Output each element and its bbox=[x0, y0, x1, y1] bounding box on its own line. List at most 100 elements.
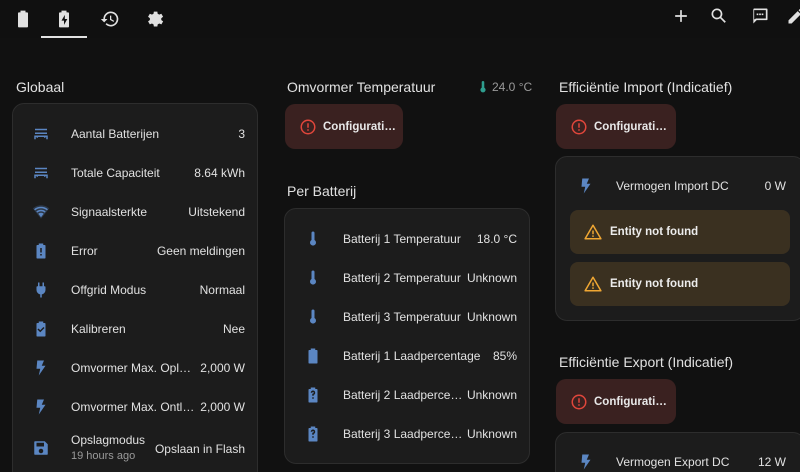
battery-check-icon bbox=[31, 319, 51, 339]
temperature-badge: 24.0 °C bbox=[478, 80, 532, 94]
entity-not-found-warning: Entity not found bbox=[570, 262, 790, 306]
gear-icon bbox=[148, 11, 164, 27]
plus-icon bbox=[675, 10, 687, 22]
entity-value: 8.64 kWh bbox=[194, 165, 245, 180]
entity-row-batterij-3-temperatuur[interactable]: Batterij 3 Temperatuur Unknown bbox=[285, 297, 529, 336]
entity-row-batterij-3-laadpercentage[interactable]: Batterij 3 Laadpercen… Unknown bbox=[285, 414, 529, 453]
entity-last-changed: 19 hours ago bbox=[71, 450, 136, 462]
entity-row-omvormer-max-ontlaad[interactable]: Omvormer Max. Ontlaa… 2,000 W bbox=[13, 387, 257, 426]
battery-charging-icon bbox=[59, 10, 69, 28]
entity-row-kalibreren[interactable]: Kalibreren Nee bbox=[13, 309, 257, 348]
efficientie-export-card: Vermogen Export DC 12 W bbox=[555, 432, 800, 472]
entity-row-batterij-2-temperatuur[interactable]: Batterij 2 Temperatuur Unknown bbox=[285, 258, 529, 297]
entity-value: 18.0 °C bbox=[476, 231, 517, 246]
lightning-icon bbox=[576, 452, 596, 472]
thermometer-icon bbox=[480, 81, 486, 93]
entity-row-vermogen-export-dc[interactable]: Vermogen Export DC 12 W bbox=[556, 442, 800, 472]
battery-unknown-icon bbox=[303, 424, 323, 444]
entity-row-batterij-1-temperatuur[interactable]: Batterij 1 Temperatuur 18.0 °C bbox=[285, 219, 529, 258]
lightning-icon bbox=[31, 358, 51, 378]
entity-value: 12 W bbox=[757, 454, 786, 469]
entity-label: Totale Capaciteit bbox=[71, 165, 160, 180]
battery-bank-icon bbox=[31, 163, 51, 183]
warning-text: Entity not found bbox=[610, 226, 699, 238]
battery-icon bbox=[18, 10, 28, 28]
entity-value: 85% bbox=[492, 348, 517, 363]
thermometer-icon bbox=[303, 307, 323, 327]
lightning-icon bbox=[31, 397, 51, 417]
search-button[interactable] bbox=[703, 0, 735, 32]
entity-row-aantal-batterijen[interactable]: Aantal Batterijen 3 bbox=[13, 114, 257, 153]
entity-value: Nee bbox=[222, 321, 245, 336]
entity-value: Unknown bbox=[466, 270, 517, 285]
section-title-globaal: Globaal bbox=[16, 79, 65, 95]
configuration-error-card[interactable]: Configurati… bbox=[285, 104, 403, 149]
warning-icon bbox=[584, 224, 602, 240]
entity-row-offgrid-modus[interactable]: Offgrid Modus Normaal bbox=[13, 270, 257, 309]
entity-row-opslagmodus[interactable]: Opslagmodus 19 hours ago Opslaan in Flas… bbox=[13, 426, 257, 472]
battery-alert-icon bbox=[31, 241, 51, 261]
edit-button[interactable] bbox=[780, 0, 800, 32]
thermometer-icon bbox=[303, 268, 323, 288]
alert-circle-icon bbox=[300, 119, 316, 134]
entity-label: Batterij 3 Laadpercen… bbox=[343, 426, 467, 441]
error-text: Configurati… bbox=[594, 120, 667, 133]
search-icon bbox=[711, 8, 726, 23]
temperature-value: 24.0 °C bbox=[492, 80, 533, 94]
entity-label: Aantal Batterijen bbox=[71, 126, 160, 141]
add-button[interactable] bbox=[665, 0, 697, 32]
entity-value: Geen meldingen bbox=[156, 243, 245, 258]
edit-icon bbox=[788, 8, 800, 24]
entity-label: Omvormer Max. Ontlaa… bbox=[71, 399, 195, 414]
entity-row-signaalsterkte[interactable]: Signaalsterkte Uitstekend bbox=[13, 192, 257, 231]
history-icon bbox=[100, 11, 119, 27]
tab-battery[interactable] bbox=[0, 0, 46, 38]
entity-row-batterij-1-laadpercentage[interactable]: Batterij 1 Laadpercentage 85% bbox=[285, 336, 529, 375]
entity-value: Opslaan in Flash bbox=[154, 442, 245, 456]
entity-row-batterij-2-laadpercentage[interactable]: Batterij 2 Laadpercen… Unknown bbox=[285, 375, 529, 414]
assist-icon bbox=[753, 8, 768, 24]
per-batterij-card: Batterij 1 Temperatuur 18.0 °C Batterij … bbox=[284, 208, 530, 464]
entity-label: Batterij 2 Laadpercen… bbox=[343, 387, 467, 402]
thermometer-icon bbox=[303, 229, 323, 249]
globaal-card: Aantal Batterijen 3 Totale Capaciteit 8.… bbox=[12, 103, 258, 472]
power-plug-icon bbox=[31, 280, 51, 300]
entity-label: Error bbox=[71, 243, 98, 258]
error-text: Configurati… bbox=[323, 120, 396, 133]
top-bar bbox=[0, 0, 800, 38]
save-icon bbox=[31, 438, 51, 458]
entity-row-error[interactable]: Error Geen meldingen bbox=[13, 231, 257, 270]
section-title-omvormer-temperatuur: Omvormer Temperatuur bbox=[287, 79, 436, 95]
assist-button[interactable] bbox=[744, 0, 776, 32]
wifi-icon bbox=[31, 202, 51, 222]
section-title-per-batterij: Per Batterij bbox=[287, 183, 357, 199]
entity-label: Offgrid Modus bbox=[71, 282, 147, 297]
tab-settings[interactable] bbox=[132, 0, 178, 38]
entity-label: Vermogen Export DC bbox=[616, 454, 730, 469]
section-title-efficientie-export: Efficiëntie Export (Indicatief) bbox=[559, 354, 734, 370]
entity-value: 2,000 W bbox=[200, 360, 245, 375]
entity-row-totale-capaciteit[interactable]: Totale Capaciteit 8.64 kWh bbox=[13, 153, 257, 192]
entity-label: Batterij 1 Temperatuur bbox=[343, 231, 461, 246]
entity-label: Kalibreren bbox=[71, 321, 126, 336]
entity-row-omvormer-max-oplaad[interactable]: Omvormer Max. Oplaa… 2,000 W bbox=[13, 348, 257, 387]
entity-value: Unknown bbox=[466, 426, 517, 441]
efficientie-import-card: Vermogen Import DC 0 W Entity not found … bbox=[555, 156, 800, 321]
entity-value: Unknown bbox=[466, 309, 517, 324]
entity-label: Batterij 3 Temperatuur bbox=[343, 309, 461, 324]
entity-not-found-warning: Entity not found bbox=[570, 210, 790, 254]
error-text: Configurati… bbox=[594, 395, 667, 408]
entity-label: Opslagmodus bbox=[71, 433, 146, 447]
entity-label: Vermogen Import DC bbox=[616, 178, 729, 193]
configuration-error-card[interactable]: Configurati… bbox=[556, 379, 676, 424]
section-title-efficientie-import: Efficiëntie Import (Indicatief) bbox=[559, 79, 733, 95]
tab-history[interactable] bbox=[87, 0, 133, 38]
entity-row-vermogen-import-dc[interactable]: Vermogen Import DC 0 W bbox=[556, 166, 800, 205]
tab-battery-charging[interactable] bbox=[41, 0, 87, 38]
entity-value: 2,000 W bbox=[200, 399, 245, 414]
alert-circle-icon bbox=[571, 394, 587, 409]
configuration-error-card[interactable]: Configurati… bbox=[556, 104, 676, 149]
lightning-icon bbox=[576, 176, 596, 196]
entity-label: Signaalsterkte bbox=[71, 204, 148, 219]
battery-unknown-icon bbox=[303, 385, 323, 405]
